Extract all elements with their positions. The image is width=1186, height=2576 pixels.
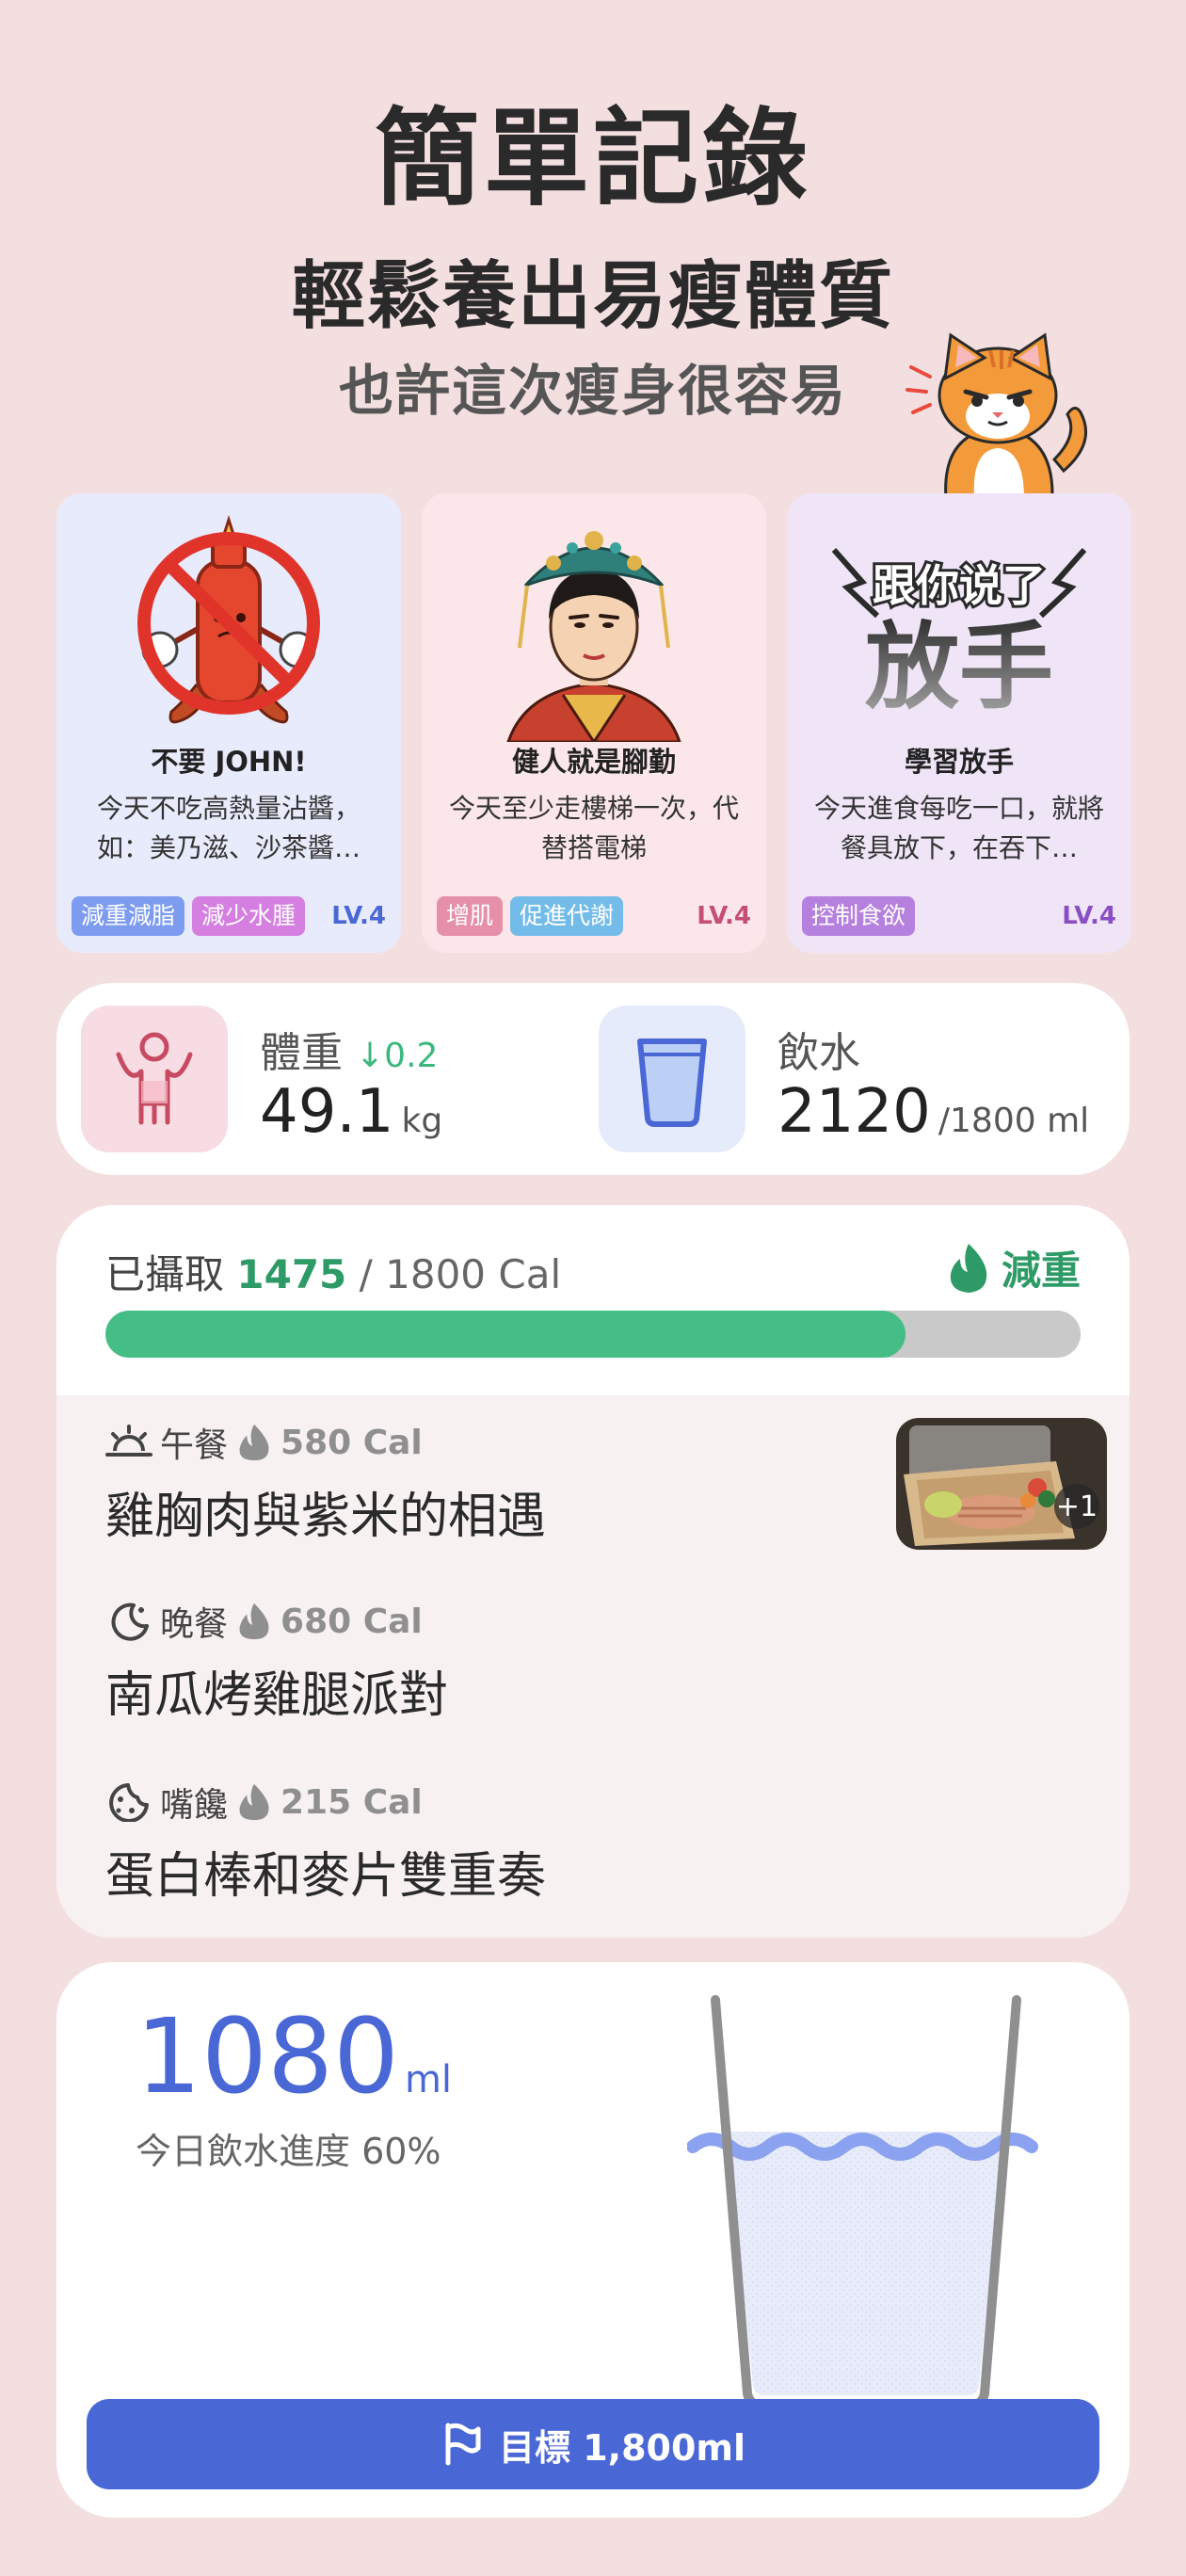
water-value: 2120/1800 ml [777, 1077, 1089, 1147]
cookie-icon [109, 1783, 149, 1822]
tag-metabolism: 促進代謝 [510, 896, 624, 936]
meal-kcal: 215 Cal [280, 1782, 423, 1822]
empress-portrait-icon [506, 531, 681, 742]
flame-icon [239, 1783, 269, 1821]
water-progress-label: 今日飲水進度 60% [136, 2131, 441, 2172]
weight-label-text: 體重 [260, 1029, 343, 1077]
water-glass-icon [687, 1995, 1038, 2409]
illus-text-main: 放手 [865, 612, 1053, 722]
weight-icon-box[interactable] [81, 1006, 228, 1152]
goal-label: 減重 [1001, 1248, 1081, 1294]
tip-card-let-go[interactable]: 跟你说了 放手 學習放手 今天進食每吃一口，就將餐具放下，在吞下… 控制食欲 L… [787, 493, 1131, 953]
water-unit: /1800 ml [938, 1102, 1090, 1140]
goal-tag[interactable]: 減重 [945, 1239, 1081, 1296]
meal-item-snack[interactable]: 嘴饞 215 Cal 蛋白棒和麥片雙重奏 [105, 1779, 1047, 1907]
calorie-total: / 1800 Cal [359, 1251, 562, 1297]
flame-icon [239, 1602, 269, 1640]
weight-unit: kg [401, 1102, 443, 1140]
tag-appetite-control: 控制食欲 [802, 896, 916, 936]
calorie-progress-bar [105, 1311, 1081, 1358]
tag-fat-loss: 減重減脂 [72, 896, 185, 936]
tip-card-stairs[interactable]: 健人就是腳勤 今天至少走樓梯一次，代替搭電梯 增肌 促進代謝 LV.4 [422, 493, 766, 953]
tip-card-tags: 增肌 促進代謝 [437, 896, 624, 936]
weight-delta-value: 0.2 [384, 1037, 439, 1075]
page-subtitle: 輕鬆養出易瘦體質 [291, 254, 894, 339]
calorie-prefix: 已攝取 [105, 1251, 225, 1297]
tip-card-tags: 控制食欲 [802, 896, 916, 936]
tip-card-title: 健人就是腳勤 [511, 746, 676, 778]
meal-type: 嘴饞 [160, 1786, 229, 1825]
tip-card-title: 學習放手 [904, 746, 1014, 778]
calorie-progress-fill [105, 1311, 906, 1358]
tip-card-desc: 今天進食每吃一口，就將餐具放下，在吞下… [813, 793, 1104, 863]
calorie-consumed: 1475 [236, 1251, 347, 1297]
tip-card-no-john[interactable]: 不要 JOHN! 今天不吃高熱量沾醬，如：美乃滋、沙茶醬… 減重減脂 減少水腫 … [56, 493, 401, 953]
water-amount-unit: ml [404, 2058, 453, 2101]
water-goal-button[interactable]: 目標 1,800ml [87, 2399, 1099, 2489]
moon-icon [111, 1602, 149, 1641]
meal-name: 蛋白棒和麥片雙重奏 [105, 1848, 547, 1905]
meal-meta: 晚餐 680 Cal [105, 1599, 1047, 1644]
weight-delta: ↓0.2 [356, 1037, 439, 1075]
meal-kcal: 580 Cal [280, 1423, 423, 1462]
calorie-summary: 已攝取 1475 / 1800 Cal [105, 1243, 561, 1300]
flag-icon [445, 2423, 481, 2466]
weight-value: 49.1 kg [260, 1077, 442, 1147]
sunrise-icon [105, 1425, 152, 1457]
meal-type: 午餐 [160, 1426, 229, 1465]
tip-card-level: LV.4 [1062, 902, 1116, 930]
tip-card-level: LV.4 [697, 902, 751, 930]
weight-label: 體重 ↓0.2 [260, 1019, 438, 1079]
photo-extra-count: +1 [1056, 1490, 1098, 1523]
tip-card-level: LV.4 [331, 902, 386, 930]
water-number: 2120 [777, 1077, 931, 1147]
meal-photo-thumbnail[interactable]: +1 [896, 1418, 1107, 1550]
tip-card-title: 不要 JOHN! [151, 746, 307, 778]
water-goal-label: 目標 1,800ml [498, 2426, 746, 2469]
meal-list: 午餐 580 Cal 雞胸肉與紫米的相遇 +1 晚餐 680 Cal 南瓜烤雞腿… [56, 1395, 1130, 1938]
food-box-image: +1 [896, 1418, 1107, 1550]
tip-card-desc: 今天不吃高熱量沾醬，如：美乃滋、沙茶醬… [96, 793, 361, 863]
illus-text-top: 跟你说了 [873, 560, 1046, 611]
water-amount-number: 1080 [136, 1996, 399, 2117]
water-amount: 1080 ml [136, 1996, 452, 2117]
meal-meta: 嘴饞 215 Cal [105, 1779, 1047, 1825]
meal-kcal: 680 Cal [280, 1602, 423, 1641]
person-icon [116, 1032, 193, 1125]
weight-number: 49.1 [260, 1077, 394, 1147]
calorie-card: 已攝取 1475 / 1800 Cal 減重 午餐 580 Cal 雞胸肉與紫米… [56, 1205, 1130, 1938]
tip-card-tags: 減重減脂 減少水腫 [72, 896, 306, 936]
meal-item-dinner[interactable]: 晚餐 680 Cal 南瓜烤雞腿派對 [105, 1599, 1047, 1726]
no-sauce-bottle-icon [137, 515, 320, 724]
meal-name: 南瓜烤雞腿派對 [105, 1667, 449, 1724]
water-cup-icon [637, 1038, 707, 1127]
water-label: 飲水 [777, 1029, 860, 1077]
tag-reduce-swelling: 減少水腫 [192, 896, 306, 936]
tip-card-desc: 今天至少走樓梯一次，代替搭電梯 [448, 793, 739, 863]
let-go-text-graphic-icon: 跟你说了 放手 [831, 548, 1087, 722]
flame-icon [239, 1424, 269, 1461]
tag-muscle: 增肌 [437, 896, 504, 936]
stats-card: 體重 ↓0.2 49.1 kg 飲水 2120/1800 ml [56, 983, 1130, 1175]
cat-mascot-icon [906, 332, 1088, 499]
water-card: 1080 ml 今日飲水進度 60% 目標 1,800ml [56, 1962, 1130, 2518]
flame-icon [950, 1243, 987, 1293]
page-title: 簡單記錄 [375, 98, 811, 220]
meal-type: 晚餐 [160, 1605, 229, 1644]
water-icon-box[interactable] [599, 1006, 745, 1152]
